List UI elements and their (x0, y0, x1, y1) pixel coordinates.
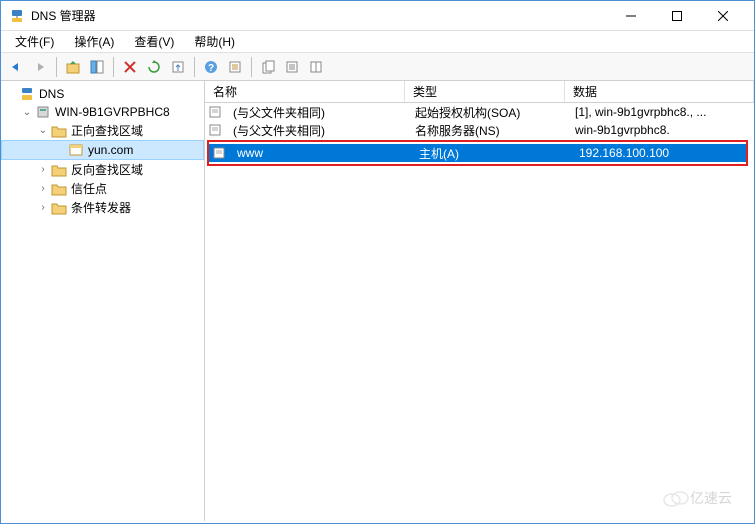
collapse-icon[interactable]: ⌄ (21, 106, 33, 118)
collapse-icon[interactable]: ⌄ (37, 125, 49, 137)
maximize-button[interactable] (654, 2, 700, 30)
expand-icon[interactable]: › (37, 164, 49, 176)
menu-help[interactable]: 帮助(H) (184, 31, 245, 52)
window-controls (608, 2, 746, 30)
record-row[interactable]: (与父文件夹相同) 名称服务器(NS) win-9b1gvrpbhc8. (205, 121, 754, 139)
record-icon (207, 123, 223, 137)
expand-icon[interactable] (5, 88, 17, 100)
folder-icon (51, 162, 67, 178)
filter-button[interactable] (281, 56, 303, 78)
tree-label: 正向查找区域 (71, 122, 143, 139)
toolbar: ? (1, 53, 754, 81)
cell-data: [1], win-9b1gvrpbhc8., ... (569, 105, 752, 119)
tree-panel[interactable]: DNS ⌄ WIN-9B1GVRPBHC8 ⌄ 正向查找区域 yun.com ›… (1, 81, 205, 521)
tree-node-forward-zones[interactable]: ⌄ 正向查找区域 (1, 121, 204, 140)
column-header-data[interactable]: 数据 (565, 81, 754, 102)
expand-placeholder (54, 144, 66, 156)
record-row-selected[interactable]: www 主机(A) 192.168.100.100 (209, 144, 746, 162)
tree-node-reverse-zones[interactable]: › 反向查找区域 (1, 160, 204, 179)
columns-button[interactable] (305, 56, 327, 78)
menu-action[interactable]: 操作(A) (64, 31, 124, 52)
window-title: DNS 管理器 (31, 7, 608, 24)
minimize-button[interactable] (608, 2, 654, 30)
cell-name: (与父文件夹相同) (227, 104, 409, 121)
watermark-text: 亿速云 (690, 488, 732, 508)
cell-data: 192.168.100.100 (573, 146, 744, 160)
menu-file[interactable]: 文件(F) (5, 31, 64, 52)
record-icon (211, 146, 227, 160)
cell-type: 起始授权机构(SOA) (409, 104, 569, 121)
menubar: 文件(F) 操作(A) 查看(V) 帮助(H) (1, 31, 754, 53)
expand-icon[interactable]: › (37, 183, 49, 195)
toolbar-separator (56, 57, 57, 77)
tree-label: DNS (39, 87, 64, 101)
tree-node-trust-points[interactable]: › 信任点 (1, 179, 204, 198)
dns-root-icon (19, 86, 35, 102)
toolbar-separator (251, 57, 252, 77)
tree-node-domain[interactable]: yun.com (1, 140, 204, 160)
refresh-button[interactable] (143, 56, 165, 78)
delete-button[interactable] (119, 56, 141, 78)
tree-label: 反向查找区域 (71, 161, 143, 178)
back-button[interactable] (5, 56, 27, 78)
help-button[interactable]: ? (200, 56, 222, 78)
column-header-name[interactable]: 名称 (205, 81, 405, 102)
tree-label: WIN-9B1GVRPBHC8 (55, 105, 170, 119)
record-icon (207, 105, 223, 119)
cell-name: www (231, 146, 413, 160)
column-header-type[interactable]: 类型 (405, 81, 565, 102)
expand-icon[interactable]: › (37, 202, 49, 214)
tree-label: 信任点 (71, 180, 107, 197)
show-hide-tree-button[interactable] (86, 56, 108, 78)
record-row[interactable]: (与父文件夹相同) 起始授权机构(SOA) [1], win-9b1gvrpbh… (205, 103, 754, 121)
tree-node-dns-root[interactable]: DNS (1, 85, 204, 103)
titlebar: DNS 管理器 (1, 1, 754, 31)
cell-type: 主机(A) (413, 145, 573, 162)
cell-data: win-9b1gvrpbhc8. (569, 123, 752, 137)
tree-label: 条件转发器 (71, 199, 131, 216)
dns-app-icon (9, 8, 25, 24)
toolbar-separator (113, 57, 114, 77)
zone-icon (68, 142, 84, 158)
up-button[interactable] (62, 56, 84, 78)
folder-icon (51, 123, 67, 139)
folder-icon (51, 181, 67, 197)
toolbar-separator (194, 57, 195, 77)
folder-icon (51, 200, 67, 216)
cell-type: 名称服务器(NS) (409, 122, 569, 139)
watermark: 亿速云 (652, 483, 742, 513)
close-button[interactable] (700, 2, 746, 30)
svg-text:?: ? (208, 63, 214, 74)
app-window: DNS 管理器 文件(F) 操作(A) 查看(V) 帮助(H) ? (0, 0, 755, 524)
tree-node-server[interactable]: ⌄ WIN-9B1GVRPBHC8 (1, 103, 204, 121)
cell-name: (与父文件夹相同) (227, 122, 409, 139)
forward-button[interactable] (29, 56, 51, 78)
highlighted-record-annotation: www 主机(A) 192.168.100.100 (207, 140, 748, 166)
tree-node-conditional-forwarders[interactable]: › 条件转发器 (1, 198, 204, 217)
list-header: 名称 类型 数据 (205, 81, 754, 103)
server-icon (35, 104, 51, 120)
tree-label: yun.com (88, 143, 133, 157)
menu-view[interactable]: 查看(V) (124, 31, 184, 52)
content-area: DNS ⌄ WIN-9B1GVRPBHC8 ⌄ 正向查找区域 yun.com ›… (1, 81, 754, 521)
list-panel[interactable]: 名称 类型 数据 (与父文件夹相同) 起始授权机构(SOA) [1], win-… (205, 81, 754, 521)
new-record-button[interactable] (257, 56, 279, 78)
properties-button[interactable] (224, 56, 246, 78)
export-button[interactable] (167, 56, 189, 78)
